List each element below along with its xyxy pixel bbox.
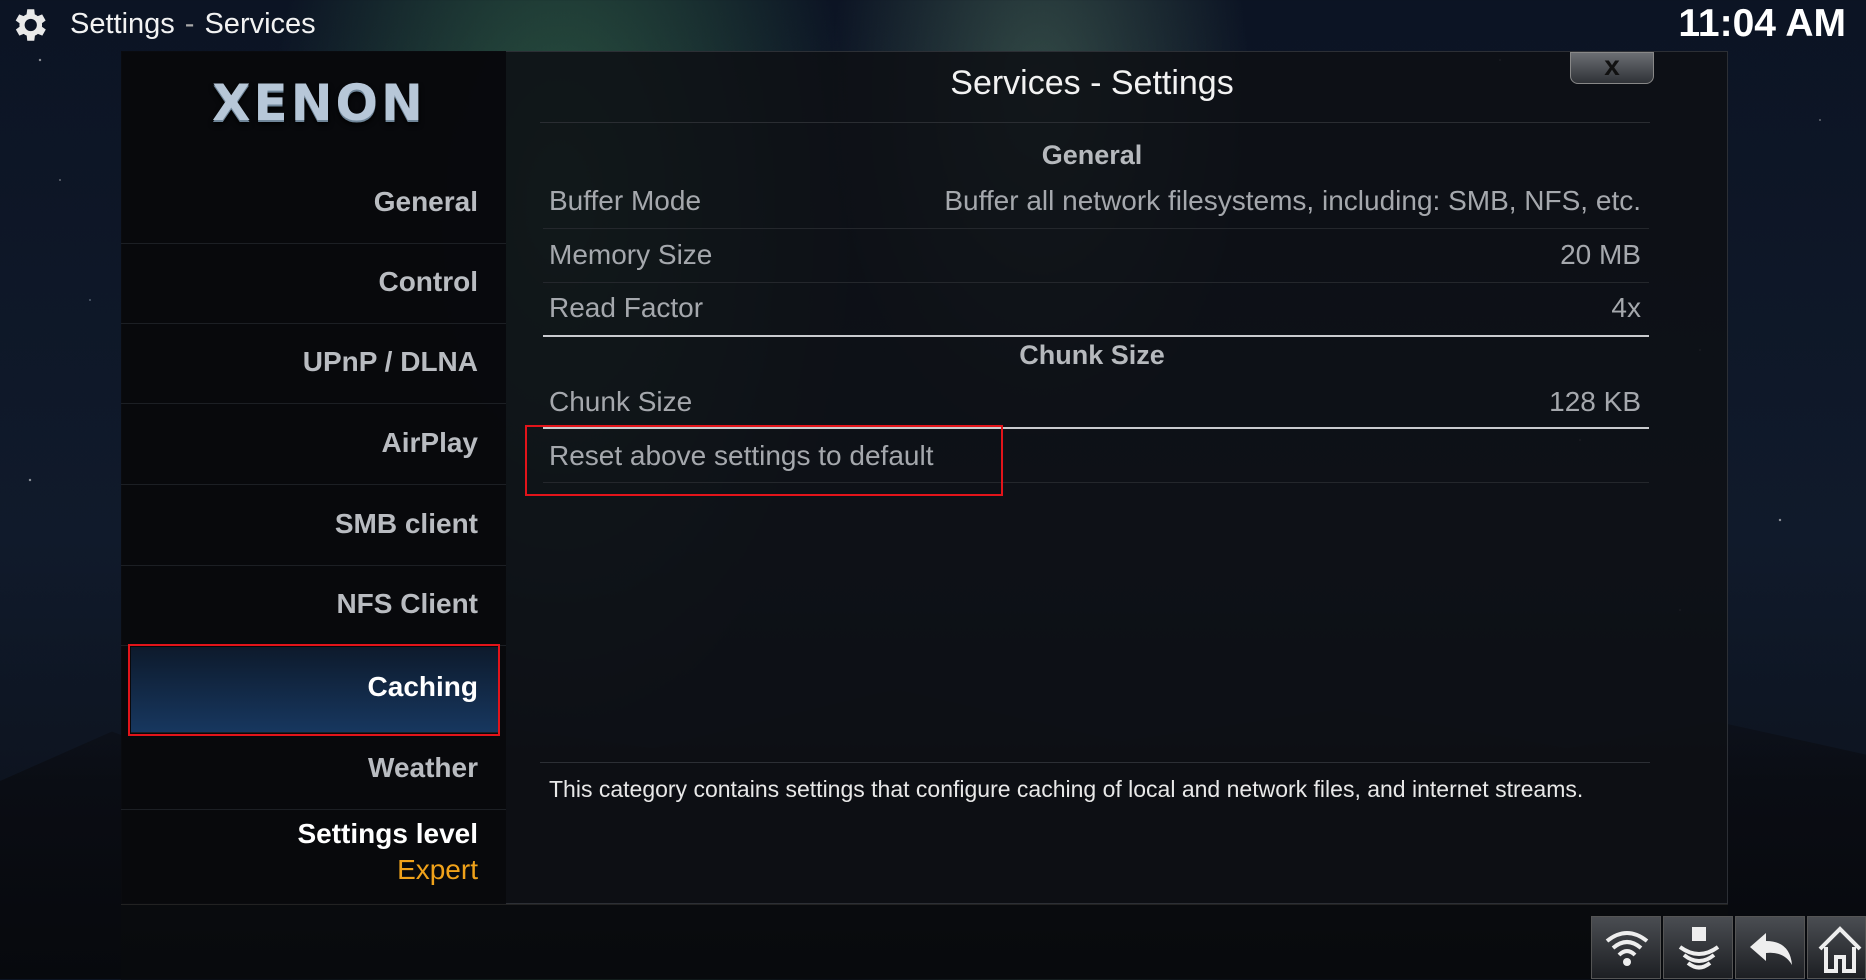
setting-label: Buffer Mode (549, 185, 702, 216)
sidebar-item-upnp-dlna[interactable]: UPnP / DLNA (121, 324, 506, 404)
sidebar-item-label: Weather (368, 752, 478, 783)
top-bar: Settings - Services 11:04 AM (0, 0, 1866, 50)
divider (540, 762, 1650, 763)
setting-value: 4x (1611, 292, 1641, 323)
settings-level-control[interactable]: Settings level Expert (121, 810, 506, 894)
home-button[interactable] (1807, 916, 1866, 979)
reset-highlight-box (525, 425, 1003, 496)
eject-icon (1678, 927, 1720, 970)
settings-level-label: Settings level (297, 818, 478, 849)
breadcrumb-root[interactable]: Settings (70, 8, 175, 40)
divider (540, 122, 1650, 123)
back-button[interactable] (1735, 916, 1805, 979)
setting-label: Memory Size (549, 239, 713, 270)
dialog-title: Services - Settings (950, 64, 1234, 102)
sidebar-item-label: AirPlay (381, 427, 479, 458)
sidebar-item-label: Control (378, 266, 478, 297)
setting-value: Buffer all network filesystems, includin… (944, 185, 1641, 216)
sidebar-item-label: General (373, 186, 478, 217)
sidebar-item-control[interactable]: Control (121, 244, 506, 324)
sidebar-item-nfs-client[interactable]: NFS Client (121, 566, 506, 646)
group-heading-chunk-size: Chunk Size (1019, 340, 1165, 370)
breadcrumb-section: Services (204, 8, 316, 40)
footer-bar (121, 904, 1728, 980)
setting-row-memory-size[interactable]: Memory Size 20 MB (543, 229, 1649, 283)
sidebar-item-weather[interactable]: Weather (121, 730, 506, 810)
sidebar-item-label: NFS Client (336, 588, 478, 619)
breadcrumb: Settings - Services (70, 8, 316, 41)
group-divider (543, 335, 1649, 337)
setting-value: 128 KB (1549, 386, 1641, 417)
back-icon (1750, 933, 1792, 965)
sidebar-item-smb-client[interactable]: SMB client (121, 486, 506, 566)
settings-level-value: Expert (397, 854, 478, 885)
eject-button[interactable] (1663, 916, 1733, 979)
setting-row-buffer-mode[interactable]: Buffer Mode Buffer all network filesyste… (543, 175, 1649, 229)
setting-row-chunk-size[interactable]: Chunk Size 128 KB (543, 376, 1649, 429)
sidebar-item-label: SMB client (334, 508, 478, 539)
wifi-button[interactable] (1591, 916, 1661, 979)
group-heading-general: General (1041, 140, 1143, 170)
setting-label: Read Factor (549, 292, 704, 323)
sidebar-item-airplay[interactable]: AirPlay (121, 405, 506, 485)
setting-label: Chunk Size (549, 386, 693, 417)
setting-value: 20 MB (1560, 239, 1641, 270)
sidebar-item-label: UPnP / DLNA (302, 346, 478, 377)
sidebar-item-general[interactable]: General (121, 164, 506, 244)
wifi-icon (1605, 931, 1649, 966)
gear-icon[interactable] (8, 4, 50, 46)
breadcrumb-separator: - (184, 8, 195, 40)
home-icon (1818, 926, 1862, 973)
setting-row-read-factor[interactable]: Read Factor 4x (543, 282, 1649, 335)
category-description: This category contains settings that con… (549, 776, 1584, 802)
xenon-logo: XENON (212, 74, 426, 132)
caching-highlight-box (128, 644, 500, 736)
clock: 11:04 AM (1678, 2, 1846, 45)
